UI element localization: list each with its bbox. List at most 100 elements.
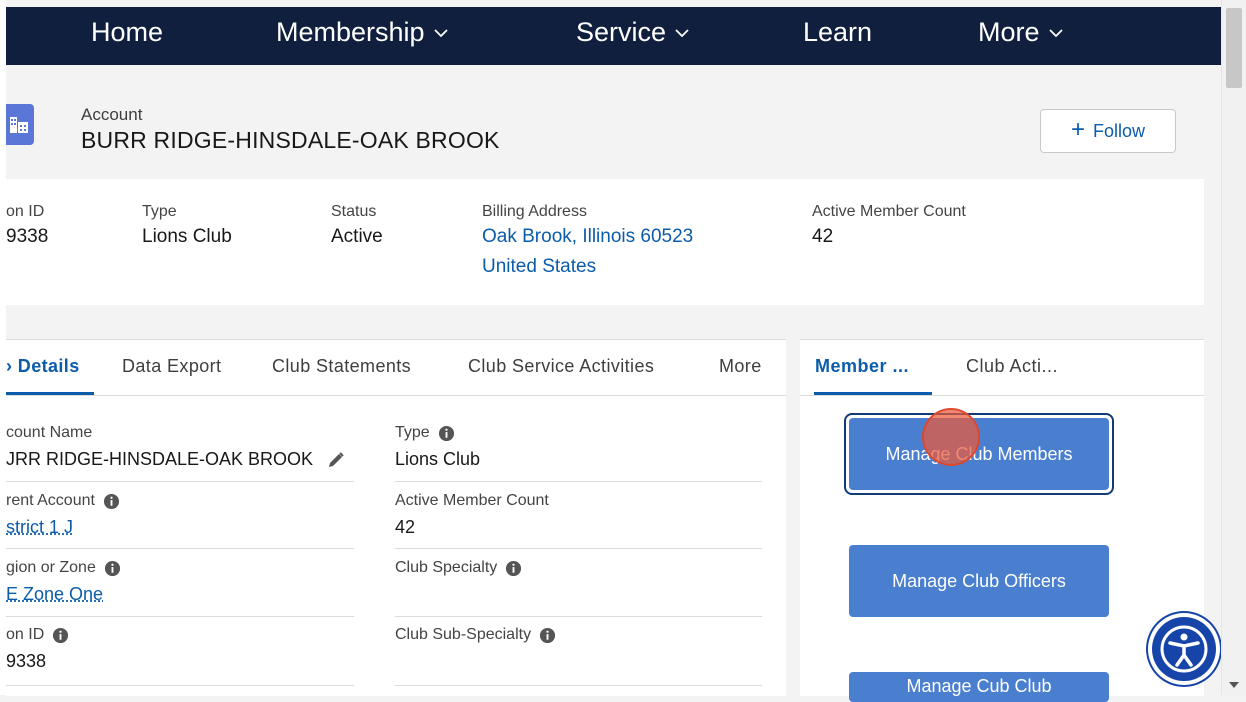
actions-card: Member ... Club Acti... [800,339,1204,696]
side-tabs: Member ... Club Acti... [800,340,1204,396]
account-icon [6,104,34,145]
billing-country-link[interactable]: United States [482,256,693,278]
nav-service[interactable]: Service [576,17,690,48]
field-label: Active Member Count [395,492,775,510]
record-header: Account BURR RIDGE-HINSDALE-OAK BROOK + … [6,65,1221,177]
tab-club-activities[interactable]: Club Acti... [966,356,1058,377]
page-title: BURR RIDGE-HINSDALE-OAK BROOK [81,127,500,154]
details-card: › Details Data Export Club Statements Cl… [6,339,786,696]
field-club-specialty: Club Specialty [395,559,775,577]
field-account-name: count Name JRR RIDGE-HINSDALE-OAK BROOK [6,424,386,470]
object-label: Account [81,105,142,125]
nav-service-label: Service [576,17,666,48]
field-label: Club Specialty [395,559,497,577]
highlight-status-label: Status [331,203,383,221]
scrollbar-thumb[interactable] [1226,8,1242,88]
nav-membership-label: Membership [276,17,425,48]
field-label: count Name [6,424,386,442]
page-scrollbar[interactable] [1221,0,1246,695]
button-label: Manage Club Members [885,444,1072,465]
divider [395,481,762,482]
nav-membership[interactable]: Membership [276,17,449,48]
tab-club-service-activities[interactable]: Club Service Activities [468,356,654,377]
info-icon[interactable] [52,627,69,644]
manage-club-officers-button[interactable]: Manage Club Officers [849,545,1109,617]
field-parent-account: rent Account strict 1 J [6,492,386,538]
tab-member[interactable]: Member ... [815,356,909,377]
billing-address-link[interactable]: Oak Brook, Illinois 60523 [482,226,693,248]
active-tab-indicator [814,392,932,395]
info-icon[interactable] [104,560,121,577]
divider [6,548,354,549]
divider [6,481,354,482]
highlight-id-label: on ID [6,203,48,221]
follow-button[interactable]: + Follow [1040,109,1176,153]
chevron-down-icon [1048,25,1064,41]
tab-details[interactable]: › Details [6,356,80,377]
field-label: Type [395,424,430,442]
field-active-member-count: Active Member Count 42 [395,492,775,538]
accessibility-button[interactable] [1152,617,1216,681]
top-nav-bar: Home Membership Service Learn More [6,7,1221,65]
info-icon[interactable] [438,425,455,442]
highlight-billing: Billing Address Oak Brook, Illinois 6052… [482,203,693,278]
nav-learn-label: Learn [803,17,872,48]
field-value: JRR RIDGE-HINSDALE-OAK BROOK [6,449,313,470]
info-icon[interactable] [539,627,556,644]
highlight-members: Active Member Count 42 [812,203,966,248]
field-region-zone: gion or Zone E Zone One [6,559,386,605]
highlight-type: Type Lions Club [142,203,232,248]
divider [395,548,762,549]
field-value: 42 [395,517,415,538]
info-icon[interactable] [103,493,120,510]
nav-home-label: Home [91,17,163,48]
divider [395,616,762,617]
highlight-members-label: Active Member Count [812,203,966,221]
plus-icon: + [1071,118,1085,142]
divider [395,685,762,686]
highlight-status-value: Active [331,226,383,248]
parent-account-link[interactable]: strict 1 J [6,517,73,538]
field-label: rent Account [6,492,95,510]
highlight-type-label: Type [142,203,232,221]
info-icon[interactable] [505,560,522,577]
field-id: on ID 9338 [6,626,386,672]
highlight-type-value: Lions Club [142,226,232,248]
accessibility-icon [1152,617,1216,681]
field-label: Club Sub-Specialty [395,626,531,644]
nav-more[interactable]: More [978,17,1064,48]
arrow-down-icon[interactable] [1228,680,1240,690]
pencil-icon[interactable] [327,451,345,469]
building-icon [6,104,34,145]
field-value: 9338 [6,651,46,672]
nav-learn[interactable]: Learn [803,17,872,48]
tab-data-export[interactable]: Data Export [122,356,221,377]
field-type: Type Lions Club [395,424,775,470]
follow-label: Follow [1093,121,1145,142]
field-club-sub-specialty: Club Sub-Specialty [395,626,775,644]
field-value: Lions Club [395,449,480,470]
detail-tabs: › Details Data Export Club Statements Cl… [6,340,786,396]
button-label: Manage Cub Club [906,676,1051,697]
region-zone-link[interactable]: E Zone One [6,584,103,605]
tab-club-statements[interactable]: Club Statements [272,356,411,377]
nav-home[interactable]: Home [91,17,163,48]
highlights-panel: on ID 9338 Type Lions Club Status Active… [6,179,1204,305]
highlight-id: on ID 9338 [6,203,48,248]
field-label: gion or Zone [6,559,96,577]
manage-cub-club-button[interactable]: Manage Cub Club [849,672,1109,702]
highlight-id-value: 9338 [6,226,48,248]
nav-more-label: More [978,17,1040,48]
tab-more[interactable]: More [719,356,762,377]
divider [6,685,354,686]
active-tab-indicator [6,392,94,395]
highlight-status: Status Active [331,203,383,248]
highlight-members-value: 42 [812,226,966,248]
click-indicator [922,408,980,466]
highlight-billing-label: Billing Address [482,203,693,221]
chevron-down-icon [433,25,449,41]
chevron-down-icon [674,25,690,41]
field-label: on ID [6,626,44,644]
divider [6,616,354,617]
button-label: Manage Club Officers [892,571,1066,592]
